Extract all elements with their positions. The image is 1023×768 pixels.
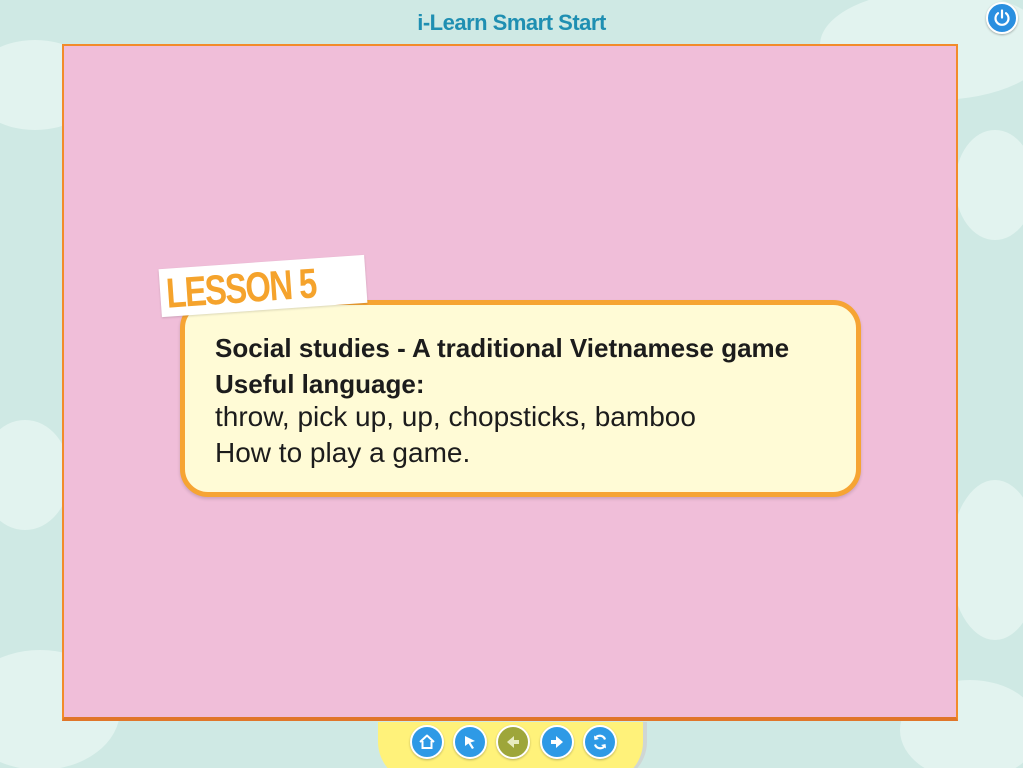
useful-language-heading: Useful language: <box>215 369 425 399</box>
back-button[interactable] <box>496 725 530 759</box>
refresh-button[interactable] <box>583 725 617 759</box>
lesson-objective: How to play a game. <box>215 437 471 468</box>
refresh-icon <box>593 734 607 750</box>
back-arrow-icon <box>507 736 519 748</box>
forward-button[interactable] <box>540 725 574 759</box>
home-button[interactable] <box>410 725 444 759</box>
lesson-topic: Social studies - A traditional Vietnames… <box>215 333 790 363</box>
home-icon <box>419 734 435 749</box>
forward-arrow-icon <box>551 736 563 748</box>
pointer-icon <box>465 736 475 749</box>
power-button[interactable] <box>986 2 1018 34</box>
background-cloud <box>950 480 1023 640</box>
background-cloud <box>955 130 1023 240</box>
pointer-button[interactable] <box>453 725 487 759</box>
power-icon <box>994 9 1010 26</box>
vocabulary-list: throw, pick up, up, chopsticks, bamboo <box>215 401 696 432</box>
lesson-info-card: Social studies - A traditional Vietnames… <box>180 300 861 497</box>
app-title: i-Learn Smart Start <box>417 10 606 35</box>
background-cloud <box>0 420 70 530</box>
